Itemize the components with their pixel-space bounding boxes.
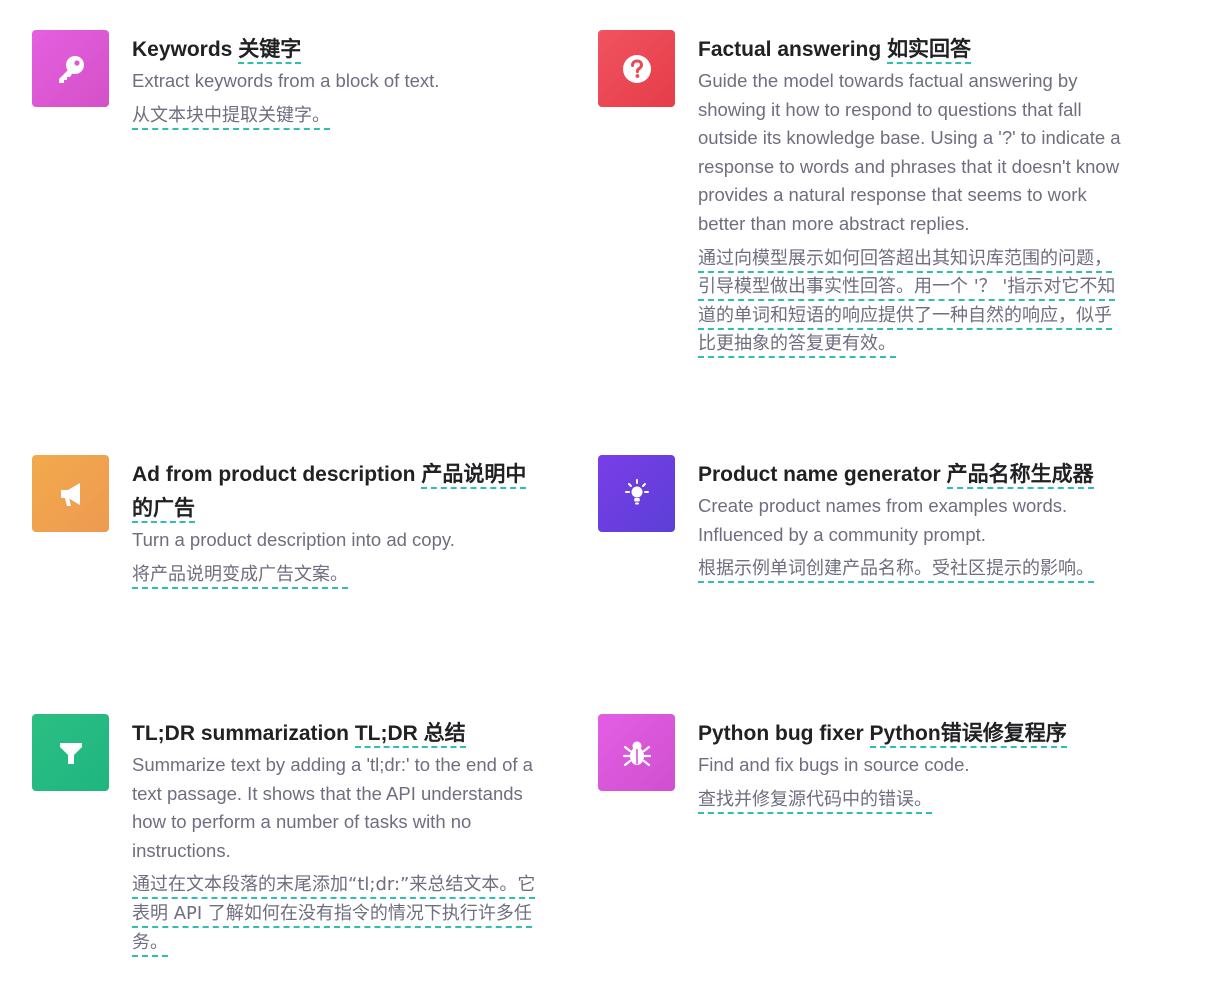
example-description: Create product names from examples words… [698, 495, 1068, 545]
example-description: Extract keywords from a block of text. [132, 70, 440, 91]
example-translation: 通过在文本段落的末尾添加“tl;dr:”来总结文本。它表明 API 了解如何在没… [132, 871, 552, 957]
example-translation: 根据示例单词创建产品名称。受社区提示的影响。 [698, 555, 1123, 584]
example-description: Summarize text by adding a 'tl;dr:' to t… [132, 754, 533, 861]
filter-icon [32, 714, 109, 791]
megaphone-icon [32, 455, 109, 532]
example-description: Turn a product description into ad copy. [132, 529, 455, 550]
example-translation: 通过向模型展示如何回答超出其知识库范围的问题，引导模型做出事实性回答。用一个 '… [698, 245, 1123, 359]
example-translation: 查找并修复源代码中的错误。 [698, 786, 1123, 815]
example-title: Python bug fixer Python错误修复程序 [698, 717, 1123, 751]
bug-icon [598, 714, 675, 791]
example-translation: 从文本块中提取关键字。 [132, 102, 502, 131]
key-icon [32, 30, 109, 107]
example-title: Keywords 关键字 [132, 33, 502, 67]
lightbulb-icon [598, 455, 675, 532]
question-icon [598, 30, 675, 107]
example-title: Product name generator 产品名称生成器 [698, 458, 1123, 492]
example-description: Find and fix bugs in source code. [698, 754, 970, 775]
example-title: TL;DR summarization TL;DR 总结 [132, 717, 552, 751]
example-title: Ad from product description 产品说明中的广告 [132, 458, 547, 526]
example-description: Guide the model towards factual answerin… [698, 70, 1121, 234]
example-title: Factual answering 如实回答 [698, 33, 1123, 67]
example-translation: 将产品说明变成广告文案。 [132, 561, 547, 590]
